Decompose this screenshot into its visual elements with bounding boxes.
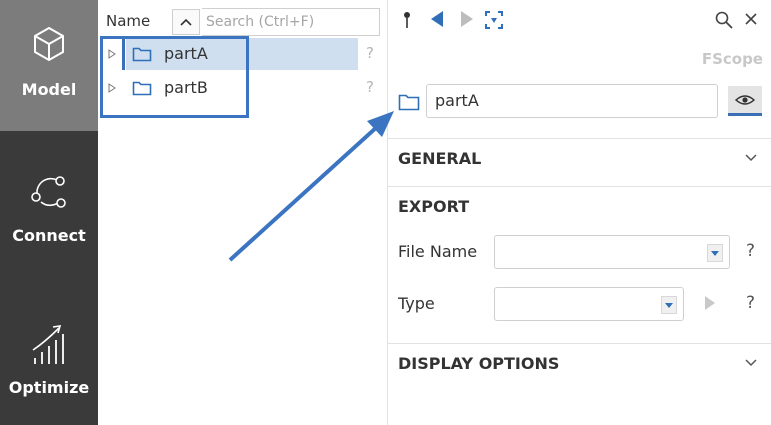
properties-toolbar [388, 0, 771, 40]
help-icon[interactable]: ? [746, 241, 755, 261]
section-title: DISPLAY OPTIONS [398, 354, 560, 373]
cube-icon [34, 26, 64, 62]
dropdown-arrow-icon [711, 250, 719, 256]
close-icon[interactable] [744, 12, 758, 26]
app-window: Model Connect Optimize Name Search (Ctrl… [0, 0, 771, 425]
object-name-field[interactable]: partA [426, 84, 718, 118]
chevron-down-icon[interactable] [745, 359, 757, 367]
navigate-forward-icon[interactable] [460, 10, 474, 28]
brand-label: FScope [701, 50, 763, 68]
field-label: File Name [398, 242, 478, 261]
rail-item-connect[interactable]: Connect [0, 170, 98, 270]
dropdown-button[interactable] [707, 244, 723, 262]
help-icon[interactable]: ? [746, 293, 755, 313]
navigate-back-icon[interactable] [430, 10, 444, 28]
field-file-name: File Name ? [388, 233, 771, 273]
tree-header: Name [98, 6, 388, 38]
search-icon[interactable] [714, 10, 734, 30]
chevron-down-icon[interactable] [745, 154, 757, 162]
annotation-highlight-box [100, 36, 249, 118]
play-icon[interactable] [704, 295, 716, 311]
section-title: EXPORT [398, 197, 470, 216]
field-label: Type [398, 294, 435, 313]
rail-item-optimize[interactable]: Optimize [0, 320, 98, 420]
folder-icon [398, 94, 420, 111]
rail-item-model[interactable]: Model [0, 0, 98, 131]
help-icon[interactable]: ? [366, 44, 374, 62]
dropdown-arrow-icon [665, 302, 673, 308]
object-name-row: partA [388, 82, 771, 122]
rail-item-label: Connect [12, 226, 86, 245]
type-combobox[interactable] [494, 287, 684, 321]
file-name-combobox[interactable] [494, 235, 730, 269]
focus-select-icon[interactable] [484, 10, 504, 30]
optimize-chart-icon [32, 325, 64, 364]
section-display-options[interactable]: DISPLAY OPTIONS [388, 343, 771, 383]
rail-item-label: Model [21, 80, 77, 99]
eye-icon [735, 94, 755, 105]
section-general[interactable]: GENERAL [388, 138, 771, 178]
connect-nodes-icon [31, 176, 66, 208]
tree-search-input[interactable] [202, 8, 380, 36]
dropdown-button[interactable] [661, 296, 677, 314]
field-type: Type ? [388, 285, 771, 325]
column-header-name[interactable]: Name [106, 12, 150, 30]
pin-icon[interactable] [402, 10, 412, 30]
help-icon[interactable]: ? [366, 78, 374, 96]
visibility-toggle-button[interactable] [728, 86, 762, 116]
left-rail: Model Connect Optimize [0, 0, 98, 425]
sort-ascending-button[interactable] [172, 9, 200, 35]
object-name-value: partA [435, 91, 479, 110]
properties-panel: FScope partA GENERAL EXPORT File Name ? … [388, 0, 771, 425]
chevron-up-icon [180, 18, 192, 26]
section-title: GENERAL [398, 149, 482, 168]
section-export: EXPORT [388, 186, 771, 226]
rail-item-label: Optimize [8, 378, 90, 397]
